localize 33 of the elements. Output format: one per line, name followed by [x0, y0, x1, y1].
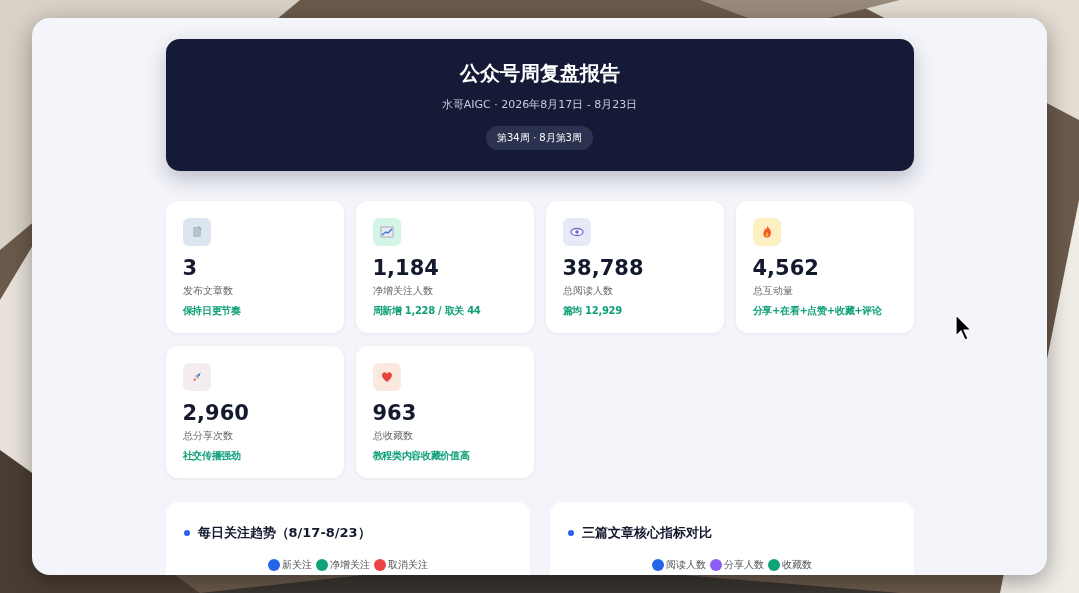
chart-title: 三篇文章核心指标对比: [581, 524, 712, 542]
stat-note: 保持日更节奏: [182, 304, 241, 318]
bullet-icon: [567, 530, 574, 536]
week-badge: 第34周 · 8月第3周: [486, 126, 593, 150]
stat-label: 总互动量: [752, 284, 793, 298]
bullet-icon: [183, 530, 190, 536]
stat-note: 篇均 12,929: [562, 304, 622, 318]
stat-note: 周新增 1,228 / 取关 44: [372, 304, 481, 318]
mouse-cursor-icon: [955, 314, 973, 342]
legend-label: 阅读人数: [665, 558, 706, 572]
report-subtitle: 水哥AIGC · 2026年8月17日 - 8月23日: [441, 97, 638, 112]
stat-value: 2,960: [182, 401, 249, 425]
stat-value: 963: [372, 401, 417, 425]
legend-label: 新关注: [281, 558, 312, 572]
stat-value: 3: [182, 256, 198, 280]
stat-value: 38,788: [562, 256, 644, 280]
stat-label: 净增关注人数: [372, 284, 433, 298]
legend-label: 收藏数: [781, 558, 812, 572]
stat-label: 总阅读人数: [562, 284, 613, 298]
legend-label: 净增关注: [329, 558, 370, 572]
legend-label: 取消关注: [387, 558, 428, 572]
stat-value: 4,562: [752, 256, 819, 280]
stat-note: 分享+在看+点赞+收藏+评论: [752, 304, 882, 318]
stat-label: 总分享次数: [182, 429, 233, 443]
stat-label: 发布文章数: [182, 284, 233, 298]
legend-label: 分享人数: [723, 558, 764, 572]
chart-title: 每日关注趋势（8/17-8/23）: [197, 524, 371, 542]
stat-label: 总收藏数: [372, 429, 413, 443]
stat-note: 教程类内容收藏价值高: [372, 449, 470, 463]
chart-icon: [378, 224, 395, 240]
stat-value: 1,184: [372, 256, 439, 280]
report-title: 公众号周复盘报告: [459, 60, 620, 87]
stat-note: 社交传播强劲: [182, 449, 241, 463]
